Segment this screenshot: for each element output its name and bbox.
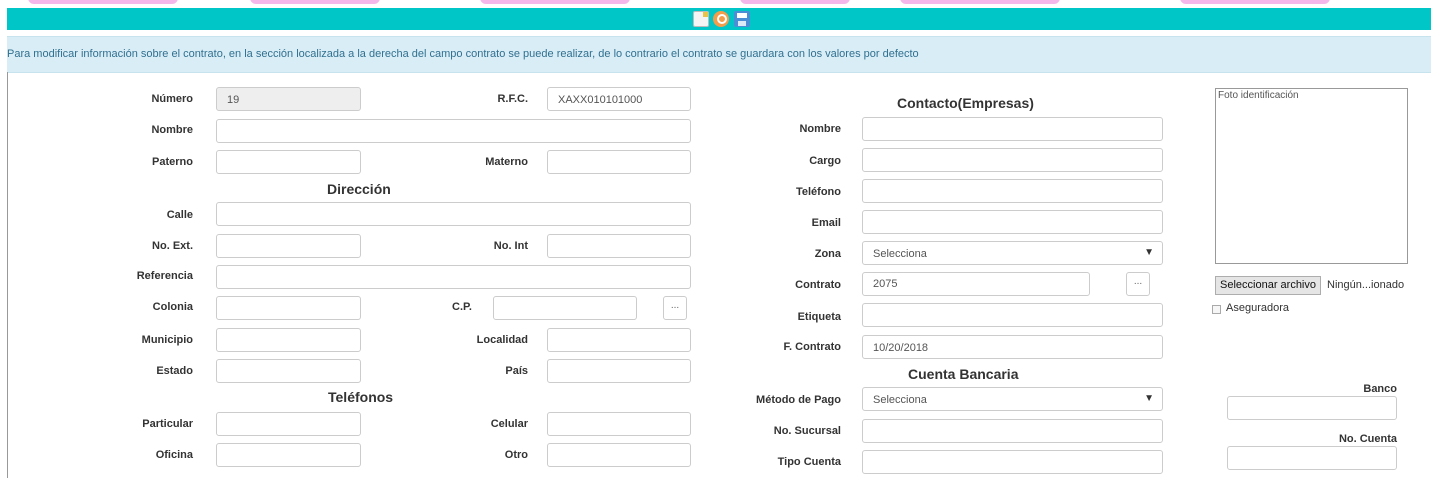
nombre-field[interactable] <box>216 119 691 143</box>
cargo-field[interactable] <box>862 148 1163 172</box>
watermark-fragment <box>1180 0 1330 4</box>
materno-label: Materno <box>485 156 528 168</box>
no-cuenta-field[interactable] <box>1227 446 1397 470</box>
paterno-field[interactable] <box>216 150 361 174</box>
cp-lookup-button[interactable]: ... <box>663 296 687 320</box>
referencia-field[interactable] <box>216 265 691 289</box>
contrato-label: Contrato <box>795 279 841 291</box>
watermark-fragment <box>250 0 380 4</box>
noint-field[interactable] <box>547 234 691 258</box>
telefonos-title: Teléfonos <box>328 389 394 405</box>
particular-label: Particular <box>142 418 193 430</box>
pais-label: País <box>505 365 528 377</box>
save-icon[interactable] <box>734 11 750 27</box>
direccion-title: Dirección <box>327 181 391 197</box>
tipo-cuenta-label: Tipo Cuenta <box>777 456 841 468</box>
rfc-label: R.F.C. <box>497 93 528 105</box>
no-cuenta-label: No. Cuenta <box>1338 433 1397 445</box>
search-icon[interactable] <box>713 11 729 27</box>
estado-field[interactable] <box>216 359 361 383</box>
municipio-label: Municipio <box>141 334 193 346</box>
metodo-pago-label: Método de Pago <box>756 394 841 406</box>
rfc-field[interactable]: XAXX010101000 <box>547 87 691 111</box>
numero-label: Número <box>151 93 193 105</box>
email-field[interactable] <box>862 210 1163 234</box>
metodo-pago-select[interactable]: Selecciona ▼ <box>862 387 1163 411</box>
telefono-label: Teléfono <box>795 186 841 198</box>
oficina-label: Oficina <box>155 449 193 461</box>
numero-field: 19 <box>216 87 361 111</box>
contacto-nombre-label: Nombre <box>799 123 841 135</box>
chevron-down-icon: ▼ <box>1144 247 1154 258</box>
otro-field[interactable] <box>547 443 691 467</box>
contacto-nombre-field[interactable] <box>862 117 1163 141</box>
aseguradora-label: Aseguradora <box>1226 302 1289 314</box>
noext-field[interactable] <box>216 234 361 258</box>
contrato-options-button[interactable]: ... <box>1126 272 1150 296</box>
cuenta-bancaria-title: Cuenta Bancaria <box>908 366 1019 382</box>
watermark-fragment <box>480 0 630 4</box>
pais-field[interactable] <box>547 359 691 383</box>
aseguradora-checkbox[interactable] <box>1212 305 1221 314</box>
etiqueta-label: Etiqueta <box>797 311 841 323</box>
photo-alt-text: Foto identificación <box>1218 90 1299 101</box>
info-alert: Para modificar información sobre el cont… <box>7 36 1431 73</box>
cp-label: C.P. <box>452 301 472 313</box>
materno-field[interactable] <box>547 150 691 174</box>
banco-label: Banco <box>1363 383 1397 395</box>
estado-label: Estado <box>156 365 193 377</box>
nombre-label: Nombre <box>151 124 193 136</box>
noint-label: No. Int <box>493 240 528 252</box>
watermark-fragment <box>740 0 850 4</box>
calle-label: Calle <box>166 209 193 221</box>
colonia-label: Colonia <box>152 301 193 313</box>
sucursal-label: No. Sucursal <box>773 425 841 437</box>
celular-field[interactable] <box>547 412 691 436</box>
otro-label: Otro <box>504 449 528 461</box>
cp-field[interactable] <box>493 296 637 320</box>
contacto-title: Contacto(Empresas) <box>897 95 1034 111</box>
watermark-fragment <box>28 0 178 4</box>
left-border <box>7 72 8 478</box>
celular-label: Celular <box>490 418 528 430</box>
referencia-label: Referencia <box>136 270 193 282</box>
paterno-label: Paterno <box>152 156 193 168</box>
sucursal-field[interactable] <box>862 419 1163 443</box>
localidad-field[interactable] <box>547 328 691 352</box>
etiqueta-field[interactable] <box>862 303 1163 327</box>
particular-field[interactable] <box>216 412 361 436</box>
email-label: Email <box>811 217 841 229</box>
watermark-fragment <box>900 0 1060 4</box>
colonia-field[interactable] <box>216 296 361 320</box>
toolbar <box>7 8 1431 30</box>
info-message: Para modificar información sobre el cont… <box>7 48 919 60</box>
zona-select[interactable]: Selecciona ▼ <box>862 241 1163 265</box>
fcontrato-field[interactable]: 10/20/2018 <box>862 335 1163 359</box>
new-document-icon[interactable] <box>693 11 709 27</box>
zona-label: Zona <box>814 248 841 260</box>
telefono-field[interactable] <box>862 179 1163 203</box>
banco-field[interactable] <box>1227 396 1397 420</box>
file-name-text: Ningún...ionado <box>1327 279 1405 291</box>
oficina-field[interactable] <box>216 443 361 467</box>
localidad-label: Localidad <box>476 334 528 346</box>
tipo-cuenta-field[interactable] <box>862 450 1163 474</box>
calle-field[interactable] <box>216 202 691 226</box>
select-file-button[interactable]: Seleccionar archivo <box>1215 276 1321 295</box>
contrato-field[interactable]: 2075 <box>862 272 1090 296</box>
noext-label: No. Ext. <box>152 240 193 252</box>
photo-placeholder: Foto identificación <box>1215 88 1408 264</box>
chevron-down-icon: ▼ <box>1144 393 1154 404</box>
fcontrato-label: F. Contrato <box>783 341 841 353</box>
municipio-field[interactable] <box>216 328 361 352</box>
file-upload: Seleccionar archivo Ningún...ionado <box>1215 276 1408 297</box>
cargo-label: Cargo <box>809 155 841 167</box>
